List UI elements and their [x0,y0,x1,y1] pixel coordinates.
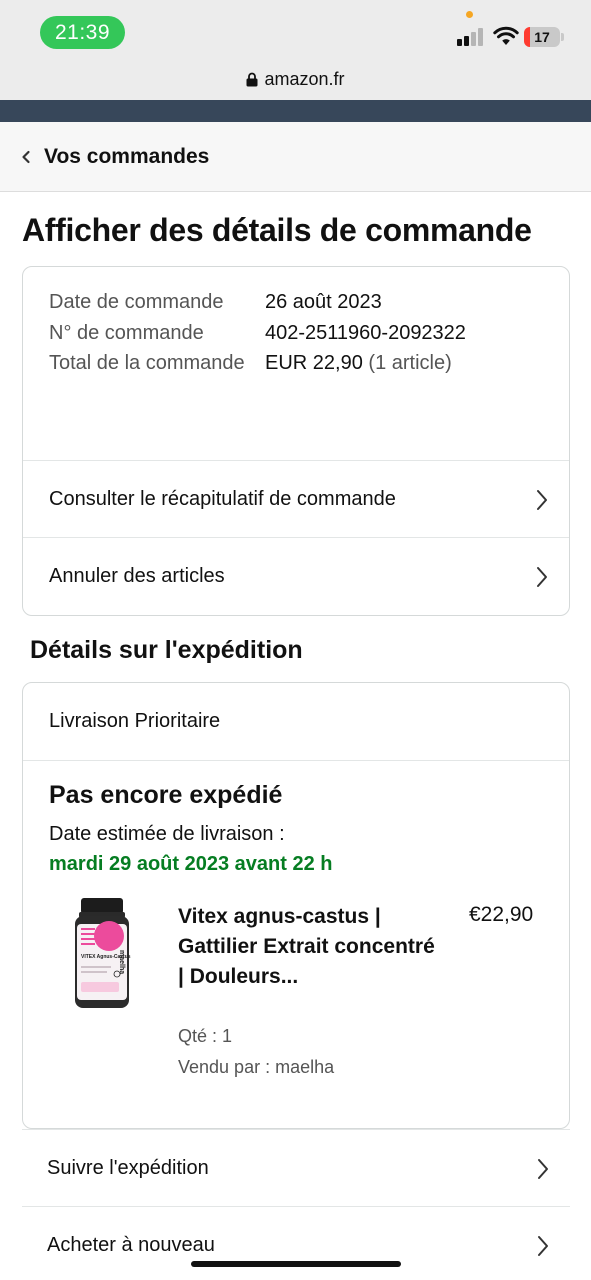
order-summary-card: Date de commande 26 août 2023 N° de comm… [22,266,570,616]
view-order-summary-label: Consulter le récapitulatif de commande [49,488,396,510]
shipment-card: Livraison Prioritaire Pas encore expédié… [22,682,570,1129]
chevron-left-icon [22,150,30,163]
site-nav-strip [0,100,591,122]
order-total-row: Total de la commande EUR 22,90 (1 articl… [49,348,549,379]
chevron-right-icon [538,1158,548,1179]
browser-url-bar[interactable]: amazon.fr [0,58,591,100]
shipment-status: Pas encore expédié [49,781,283,809]
cellular-signal-icon [457,28,485,46]
order-info: Date de commande 26 août 2023 N° de comm… [49,287,549,379]
order-date-row: Date de commande 26 août 2023 [49,287,549,318]
wifi-icon [493,26,519,45]
cancel-items-label: Annuler des articles [49,565,225,587]
buy-again-label: Acheter à nouveau [47,1234,215,1256]
order-total-items: (1 article) [368,352,452,374]
lock-icon [246,72,258,86]
battery-icon: 17 [524,27,564,47]
shipment-section-title: Détails sur l'expédition [30,636,303,664]
buy-again-link[interactable]: Acheter à nouveau [22,1206,570,1280]
order-total-value: EUR 22,90 (1 article) [265,348,452,379]
order-date-label: Date de commande [49,291,224,313]
order-total-amount: EUR 22,90 [265,352,363,374]
chevron-right-icon [537,489,547,510]
cancel-items-link[interactable]: Annuler des articles [23,537,569,615]
battery-level: 17 [534,29,550,45]
view-order-summary-link[interactable]: Consulter le récapitulatif de commande [23,460,569,538]
product-seller: Vendu par : maelha [178,1057,335,1077]
product-title-link[interactable]: Vitex agnus-castus | Gattilier Extrait c… [178,902,443,992]
order-total-label: Total de la commande [49,352,245,374]
status-bar: 21:39 17 [0,0,591,58]
product-image[interactable]: VITEX Agnus-Castus maelha [71,898,133,1010]
back-to-orders-link[interactable]: Vos commandes [0,122,591,192]
estimated-delivery-date: mardi 29 août 2023 avant 22 h [49,853,333,875]
url-text: amazon.fr [264,68,345,89]
chevron-right-icon [538,1235,548,1256]
product-price: €22,90 [469,903,534,926]
chevron-right-icon [537,566,547,587]
back-label: Vos commandes [44,144,210,168]
order-number-label: N° de commande [49,321,204,344]
mic-indicator-dot [466,11,473,18]
delivery-type: Livraison Prioritaire [23,683,569,761]
product-brand-text: maelha [118,950,125,974]
order-date-value: 26 août 2023 [265,291,382,313]
page-title: Afficher des détails de commande [22,212,532,248]
estimated-delivery-label: Date estimée de livraison : [49,823,285,845]
order-number-row: N° de commande 402-2511960-2092322 [49,318,549,349]
order-number-value: 402-2511960-2092322 [265,321,466,344]
status-time[interactable]: 21:39 [40,16,125,49]
product-quantity: Qté : 1 [178,1026,233,1046]
track-shipment-link[interactable]: Suivre l'expédition [22,1129,570,1207]
track-shipment-label: Suivre l'expédition [47,1157,209,1179]
home-indicator[interactable] [191,1261,401,1267]
